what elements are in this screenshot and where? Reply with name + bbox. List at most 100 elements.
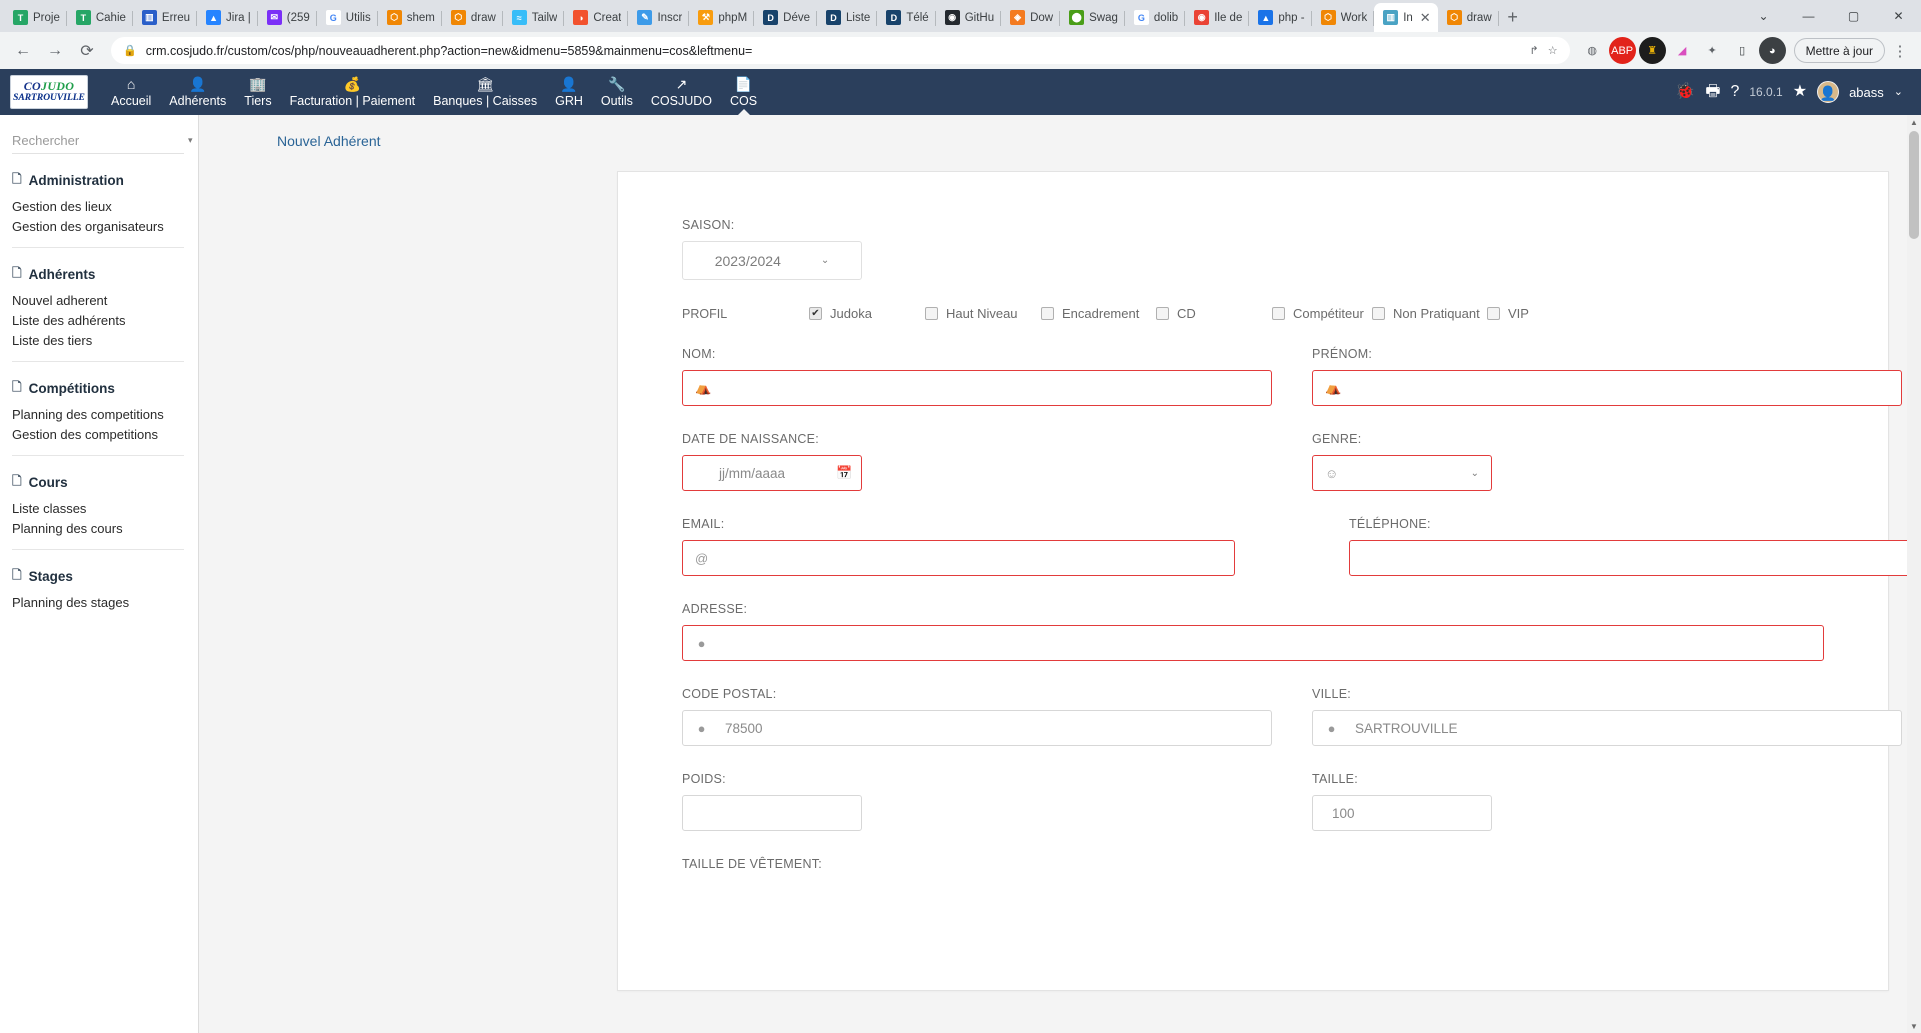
navbar-item-accueil[interactable]: ⌂ Accueil	[102, 69, 160, 115]
chevron-down-icon[interactable]: ▾	[188, 135, 193, 146]
checkbox-box[interactable]: ✔	[809, 307, 822, 320]
browser-tab[interactable]: ✎ Inscr	[628, 3, 690, 32]
minimize-button[interactable]: —	[1786, 0, 1831, 32]
sidebar-item[interactable]: Planning des stages	[12, 593, 184, 613]
browser-tab[interactable]: ▥ In ✕	[1374, 3, 1438, 32]
browser-tab[interactable]: ▲ Jira |	[197, 3, 258, 32]
browser-tab[interactable]: T Proje	[4, 3, 67, 32]
browser-menu-icon[interactable]: ⋮	[1887, 38, 1913, 64]
back-button[interactable]: ←	[8, 36, 38, 66]
profil-checkbox[interactable]: Haut Niveau	[925, 306, 1041, 321]
share-icon[interactable]: ↱	[1530, 44, 1539, 57]
reload-button[interactable]: ⟳	[72, 36, 102, 66]
browser-tab[interactable]: ⬤ Swag	[1060, 3, 1125, 32]
profil-checkbox[interactable]: CD	[1156, 306, 1272, 321]
address-bar[interactable]: 🔒 crm.cosjudo.fr/custom/cos/php/nouveaua…	[111, 37, 1570, 64]
nom-input[interactable]: ⛺	[682, 370, 1272, 406]
chevron-down-icon[interactable]: ⌄	[1894, 84, 1903, 100]
lastpass-extension[interactable]: ♜	[1638, 37, 1666, 64]
navbar-item-cosjudo[interactable]: ↗ COSJUDO	[642, 69, 721, 115]
browser-tab[interactable]: ◈ Dow	[1001, 3, 1061, 32]
browser-tab[interactable]: D Télé	[877, 3, 936, 32]
profil-checkbox[interactable]: ✔ Judoka	[809, 306, 925, 321]
sidebar-toggle-icon[interactable]: ▯	[1729, 37, 1756, 64]
colorzilla-extension[interactable]: ◢	[1669, 37, 1696, 64]
taille-input[interactable]: 100	[1312, 795, 1492, 831]
sidebar-group-header[interactable]: 🗋 Administration	[12, 170, 184, 191]
email-input[interactable]: @	[682, 540, 1235, 576]
sidebar-item[interactable]: Liste classes	[12, 499, 184, 519]
sidebar-item[interactable]: Liste des tiers	[12, 331, 184, 351]
sidebar-group-header[interactable]: 🗋 Adhérents	[12, 264, 184, 285]
browser-tab[interactable]: D Déve	[754, 3, 817, 32]
sidebar-search[interactable]: ▾	[12, 133, 193, 154]
star-icon[interactable]: ★	[1793, 84, 1807, 100]
browser-tab[interactable]: T Cahie	[67, 3, 133, 32]
browser-tab[interactable]: ◉ Ile de	[1185, 3, 1250, 32]
help-icon[interactable]: ?	[1730, 84, 1739, 100]
navbar-item-adh-rents[interactable]: 👤 Adhérents	[160, 69, 235, 115]
profile-avatar-icon[interactable]: ◕	[1758, 37, 1786, 64]
profil-checkbox[interactable]: Encadrement	[1041, 306, 1156, 321]
date-naissance-input[interactable]: jj/mm/aaaa 📅	[682, 455, 862, 491]
browser-tab[interactable]: ⬡ Work	[1312, 3, 1375, 32]
sidebar-item[interactable]: Gestion des competitions	[12, 425, 184, 445]
maximize-button[interactable]: ▢	[1831, 0, 1876, 32]
avatar[interactable]: 👤	[1817, 81, 1840, 103]
update-button[interactable]: Mettre à jour	[1793, 38, 1885, 63]
username-label[interactable]: abass	[1849, 85, 1884, 100]
browser-tab[interactable]: ◑ Creat	[564, 3, 629, 32]
poids-input[interactable]	[682, 795, 862, 831]
genre-select[interactable]: ☺ ⌄	[1312, 455, 1492, 491]
sidebar-group-header[interactable]: 🗋 Cours	[12, 472, 184, 493]
checkbox-box[interactable]	[1041, 307, 1054, 320]
scroll-up-arrow[interactable]: ▲	[1907, 115, 1921, 129]
close-tab-icon[interactable]: ✕	[1420, 10, 1431, 26]
browser-tab[interactable]: ⬡ draw	[442, 3, 503, 32]
checkbox-box[interactable]	[1372, 307, 1385, 320]
scrollbar-thumb[interactable]	[1909, 131, 1919, 239]
profil-checkbox[interactable]: Compétiteur	[1272, 306, 1372, 321]
ville-input[interactable]: ● SARTROUVILLE	[1312, 710, 1902, 746]
print-icon[interactable]: 🖶	[1705, 84, 1720, 100]
browser-tab[interactable]: G Utilis	[317, 3, 378, 32]
forward-button[interactable]: →	[40, 36, 70, 66]
window-list-button[interactable]: ⌄	[1741, 0, 1786, 32]
scroll-down-arrow[interactable]: ▼	[1907, 1019, 1921, 1033]
browser-tab[interactable]: ▲ php -	[1249, 3, 1312, 32]
pocket-extension[interactable]: ◍	[1579, 37, 1606, 64]
checkbox-box[interactable]	[1272, 307, 1285, 320]
profil-checkbox[interactable]: Non Pratiquant	[1372, 306, 1487, 321]
cos-judo-logo[interactable]: COJUDO SARTROUVILLE	[10, 75, 88, 109]
checkbox-box[interactable]	[1487, 307, 1500, 320]
profil-checkbox[interactable]: VIP	[1487, 306, 1529, 321]
browser-tab[interactable]: ✉ (259	[258, 3, 317, 32]
browser-tab[interactable]: ▥ Erreu	[133, 3, 198, 32]
sidebar-item[interactable]: Liste des adhérents	[12, 311, 184, 331]
adblock-plus-extension[interactable]: ABP	[1608, 37, 1636, 64]
browser-tab[interactable]: D Liste	[817, 3, 878, 32]
checkbox-box[interactable]	[925, 307, 938, 320]
browser-tab[interactable]: ⬡ draw	[1438, 3, 1499, 32]
browser-tab[interactable]: ⬡ shem	[378, 3, 442, 32]
sidebar-item[interactable]: Planning des cours	[12, 519, 184, 539]
sidebar-item[interactable]: Gestion des lieux	[12, 197, 184, 217]
new-tab-button[interactable]: +	[1499, 3, 1527, 31]
browser-tab[interactable]: ≈ Tailw	[503, 3, 565, 32]
sidebar-group-header[interactable]: 🗋 Stages	[12, 566, 184, 587]
calendar-icon[interactable]: 📅	[836, 465, 852, 481]
extensions-puzzle-icon[interactable]: ✦	[1699, 37, 1726, 64]
browser-tab[interactable]: ⚒ phpM	[689, 3, 754, 32]
close-window-button[interactable]: ✕	[1876, 0, 1921, 32]
telephone-input[interactable]	[1349, 540, 1921, 576]
page-scrollbar[interactable]: ▲ ▼	[1907, 115, 1921, 1033]
sidebar-item[interactable]: Gestion des organisateurs	[12, 217, 184, 237]
star-icon[interactable]: ☆	[1548, 44, 1558, 57]
prenom-input[interactable]: ⛺	[1312, 370, 1902, 406]
sidebar-item[interactable]: Nouvel adherent	[12, 291, 184, 311]
adresse-input[interactable]: ●	[682, 625, 1824, 661]
browser-tab[interactable]: Gdolib	[1125, 3, 1186, 32]
search-input[interactable]	[12, 133, 188, 148]
bug-icon[interactable]: 🐞	[1675, 84, 1695, 100]
navbar-item-tiers[interactable]: 🏢 Tiers	[235, 69, 280, 115]
